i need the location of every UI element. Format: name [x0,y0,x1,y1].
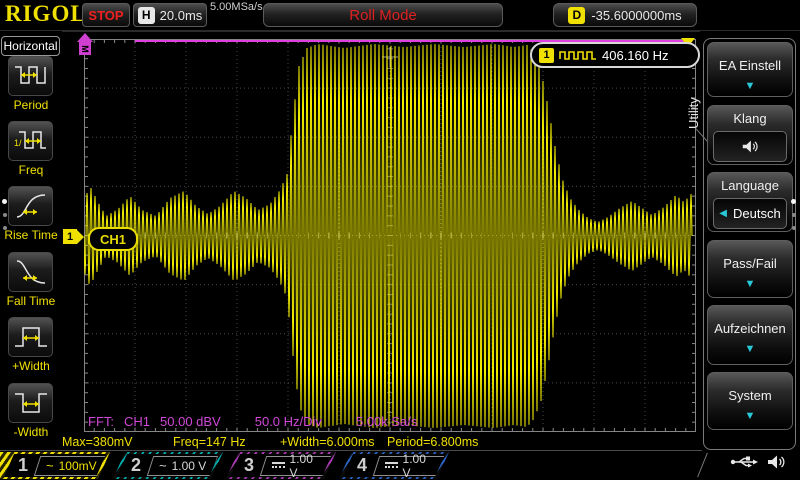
ch4-status[interactable]: 4 1.00 V [339,452,449,479]
delay-value: -35.6000000ms [591,8,681,23]
utility-menu: Utility EA Einstell Klang Language Deuts… [700,31,800,450]
fall-time-icon [8,252,53,292]
horizontal-timebase-button[interactable]: H 20.0ms [133,3,207,27]
freq-icon: 1/ [8,121,53,161]
ch1-label-badge[interactable]: CH1 [88,227,138,251]
menu-button-ea-einstell[interactable]: EA Einstell [707,42,793,97]
tab-utility[interactable]: Utility [686,51,701,129]
sample-rate-readout: 5.00MSa/s [210,1,263,13]
math-trace-marker[interactable]: M [76,33,94,55]
system-status-icons [730,454,786,470]
top-status-bar: RIGOL STOP H 20.0ms 5.00MSa/s Roll Mode … [0,0,800,32]
pos-width-icon [8,317,53,357]
speaker-icon [741,139,759,154]
right-arrow-icon [77,230,84,244]
delay-key-icon: D [568,7,585,24]
run-stop-status[interactable]: STOP [82,3,130,27]
acquisition-mode-indicator[interactable]: Roll Mode [263,3,503,27]
measurement-max: Max=380mV [62,435,133,449]
trigger-frequency-value: 406.160 Hz [602,48,669,63]
timebase-value: 20.0ms [160,8,203,23]
language-selector[interactable]: Deutsch [713,198,787,229]
ac-coupling-icon: ~ [159,461,167,471]
delay-offset-button[interactable]: D -35.6000000ms [553,3,697,27]
ch3-status[interactable]: 3 1.00 V [226,452,336,479]
chevron-down-icon [708,278,792,290]
square-wave-icon [559,49,597,61]
ch1-position-marker[interactable]: 1 [63,229,84,244]
chevron-left-icon [719,208,727,219]
measurement-period: Period=6.800ms [387,435,478,449]
ch1-status[interactable]: 1 ~ 100mV [0,452,110,479]
rigol-logo: RIGOL [5,1,87,27]
menu-item-rise-time[interactable]: Rise Time [0,186,62,246]
menu-button-language[interactable]: Language Deutsch [707,172,793,232]
math-up-arrow-icon [77,33,93,42]
measurement-pos-width: +Width=6.000ms [280,435,375,449]
menu-item-pos-width[interactable]: +Width [0,317,62,377]
speaker-icon [766,454,786,470]
menu-button-system[interactable]: System [707,372,793,430]
ch1-scale: 100mV [59,459,97,473]
menu-button-aufzeichnen[interactable]: Aufzeichnen [707,305,793,365]
svg-text:1/: 1/ [14,138,22,148]
menu-item-fall-time[interactable]: Fall Time [0,252,62,312]
rise-time-icon [8,186,53,226]
right-menu-page-dots [791,199,796,230]
ac-coupling-icon: ~ [46,461,54,471]
sound-toggle[interactable] [713,131,787,162]
waveform-display [84,39,696,432]
dc-coupling-icon [272,461,285,470]
ch3-scale: 1.00 V [290,452,323,480]
trigger-source-icon: 1 [539,48,554,63]
h-key-icon: H [138,7,155,24]
menu-button-pass-fail[interactable]: Pass/Fail [707,240,793,298]
chevron-down-icon [708,80,792,92]
period-icon [8,56,53,96]
menu-item-neg-width[interactable]: -Width [0,383,62,443]
measurement-menu: Horizontal Period 1/ Freq [0,31,62,450]
dc-coupling-icon [385,461,398,470]
oscilloscope-screen: RIGOL STOP H 20.0ms 5.00MSa/s Roll Mode … [0,0,800,480]
ch2-scale: 1.00 V [172,459,207,473]
channel-status-bar: 1 ~ 100mV 2 ~ 1.00 V 3 1.00 V [0,450,702,480]
measurement-results-row: Max=380mV Freq=147 Hz +Width=6.000ms Per… [62,435,722,449]
trigger-frequency-readout: 1 406.160 Hz [530,42,700,68]
measurement-menu-title: Horizontal [1,36,60,56]
menu-item-freq[interactable]: 1/ Freq [0,121,62,181]
measurement-freq: Freq=147 Hz [173,435,246,449]
chevron-down-icon [708,343,792,355]
ch4-scale: 1.00 V [403,452,436,480]
neg-width-icon [8,383,53,423]
usb-icon [730,454,758,470]
left-menu-page-dots [2,199,7,230]
fft-settings-readout: FFT: CH1 50.00 dBV 50.0 Hz/Div 5.00k Sa/… [88,414,427,429]
ch2-status[interactable]: 2 ~ 1.00 V [113,452,223,479]
chevron-down-icon [708,410,792,422]
menu-button-klang[interactable]: Klang [707,105,793,165]
menu-item-period[interactable]: Period [0,56,62,116]
